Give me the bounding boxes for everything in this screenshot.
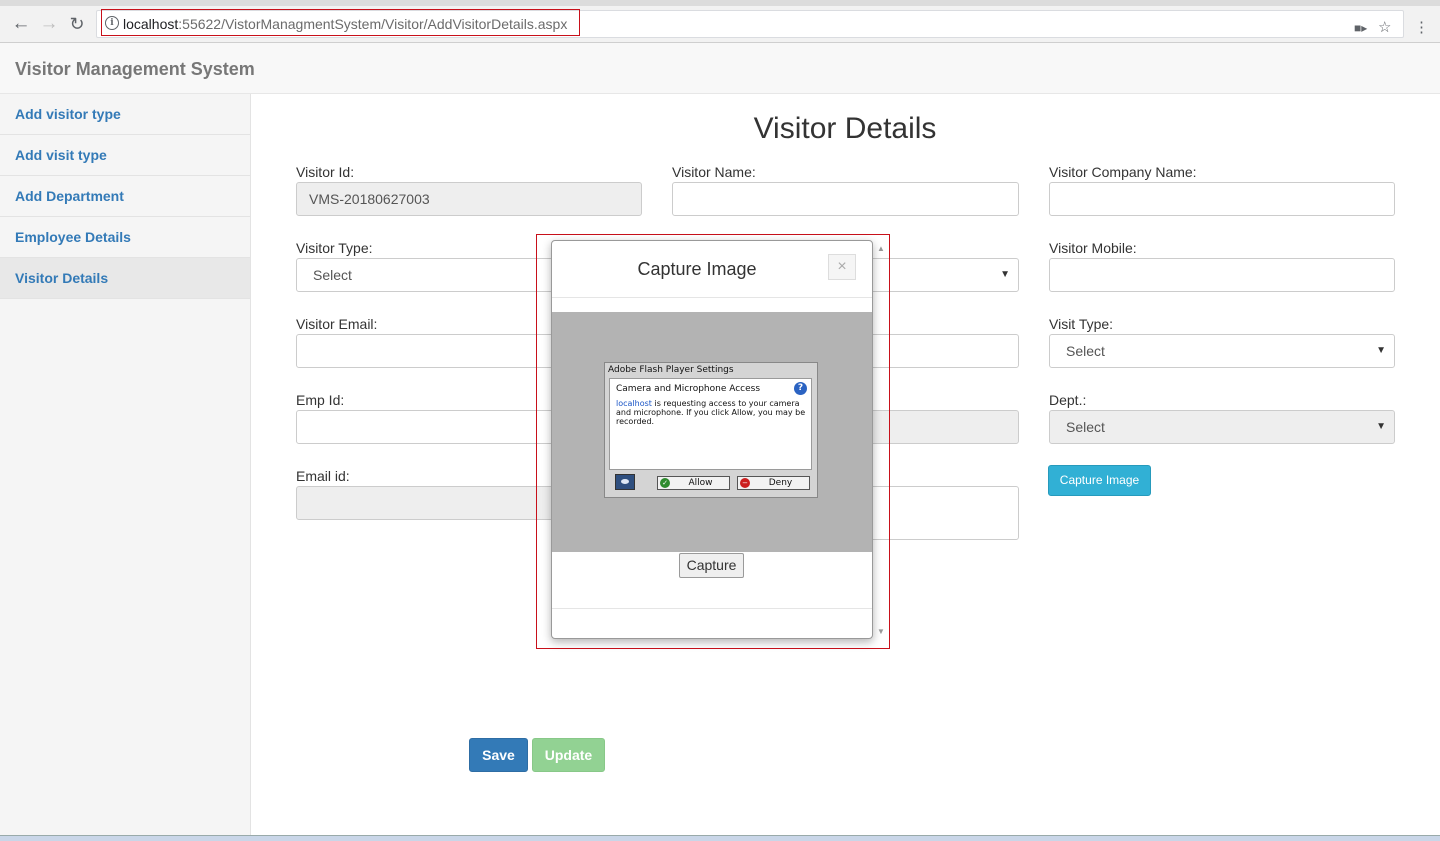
modal-title: Capture Image [637, 259, 757, 279]
arrow-right-icon[interactable]: → [37, 13, 61, 35]
chevron-down-icon: ▼ [1000, 269, 1010, 280]
capture-button[interactable]: Capture [679, 553, 744, 578]
sidebar-item-add-visitor-type[interactable]: Add visitor type [0, 94, 250, 135]
flash-dialog-panel: Camera and Microphone Access ? localhost… [609, 378, 812, 470]
url-annotation-box [101, 9, 580, 36]
visitor-company-field[interactable] [1049, 182, 1395, 216]
chevron-down-icon: ▼ [1376, 345, 1386, 356]
sidebar-item-employee-details[interactable]: Employee Details [0, 217, 250, 258]
help-icon[interactable]: ? [794, 382, 807, 395]
save-button[interactable]: Save [469, 738, 528, 772]
deny-button[interactable]: − Deny [737, 476, 810, 490]
visitor-mobile-label: Visitor Mobile: [1049, 240, 1137, 256]
close-icon[interactable]: × [828, 254, 856, 280]
dept-select[interactable]: Select ▼ [1049, 410, 1395, 444]
reload-icon[interactable]: ↻ [65, 13, 89, 35]
page-title: Visitor Details [753, 112, 937, 145]
flash-settings-dialog: Adobe Flash Player Settings Camera and M… [604, 362, 818, 498]
visitor-id-field[interactable]: VMS-20180627003 [296, 182, 642, 216]
visit-type-select[interactable]: Select ▼ [1049, 334, 1395, 368]
visitor-name-label: Visitor Name: [672, 164, 756, 180]
taskbar [0, 835, 1440, 841]
visitor-company-label: Visitor Company Name: [1049, 164, 1197, 180]
allow-button[interactable]: ✓ Allow [657, 476, 730, 490]
visitor-name-field[interactable] [672, 182, 1019, 216]
app-brand[interactable]: Visitor Management System [15, 59, 255, 80]
dept-label: Dept.: [1049, 392, 1087, 408]
sidebar-item-add-visit-type[interactable]: Add visit type [0, 135, 250, 176]
scroll-down-icon[interactable]: ▼ [877, 627, 885, 636]
emp-id-label: Emp Id: [296, 392, 345, 408]
app-navbar: Visitor Management System [0, 43, 1440, 94]
visitor-mobile-field[interactable] [1049, 258, 1395, 292]
flash-dialog-title: Adobe Flash Player Settings [608, 365, 734, 375]
chevron-down-icon: ▼ [1376, 421, 1386, 432]
star-icon[interactable]: ☆ [1378, 20, 1391, 36]
flash-dialog-heading: Camera and Microphone Access [616, 384, 761, 394]
modal-footer-divider [552, 608, 872, 609]
arrow-left-icon[interactable]: ← [9, 13, 33, 35]
visitor-id-label: Visitor Id: [296, 164, 355, 180]
sidebar-item-visitor-details[interactable]: Visitor Details [0, 258, 250, 299]
sidebar: Add visitor type Add visit type Add Depa… [0, 94, 251, 840]
visit-type-label: Visit Type: [1049, 316, 1114, 332]
sidebar-item-add-department[interactable]: Add Department [0, 176, 250, 217]
email-id-label: Email id: [296, 468, 350, 484]
camera-icon[interactable]: ■▸ [1354, 20, 1367, 36]
update-button[interactable]: Update [532, 738, 605, 772]
modal-divider [552, 297, 872, 298]
kebab-menu-icon[interactable]: ⋮ [1414, 20, 1429, 36]
monitor-icon[interactable] [615, 474, 635, 490]
scroll-up-icon[interactable]: ▲ [877, 244, 885, 253]
visitor-email-label: Visitor Email: [296, 316, 378, 332]
visitor-type-label: Visitor Type: [296, 240, 373, 256]
flash-dialog-message: localhost is requesting access to your c… [616, 399, 806, 426]
capture-image-button[interactable]: Capture Image [1048, 465, 1151, 496]
